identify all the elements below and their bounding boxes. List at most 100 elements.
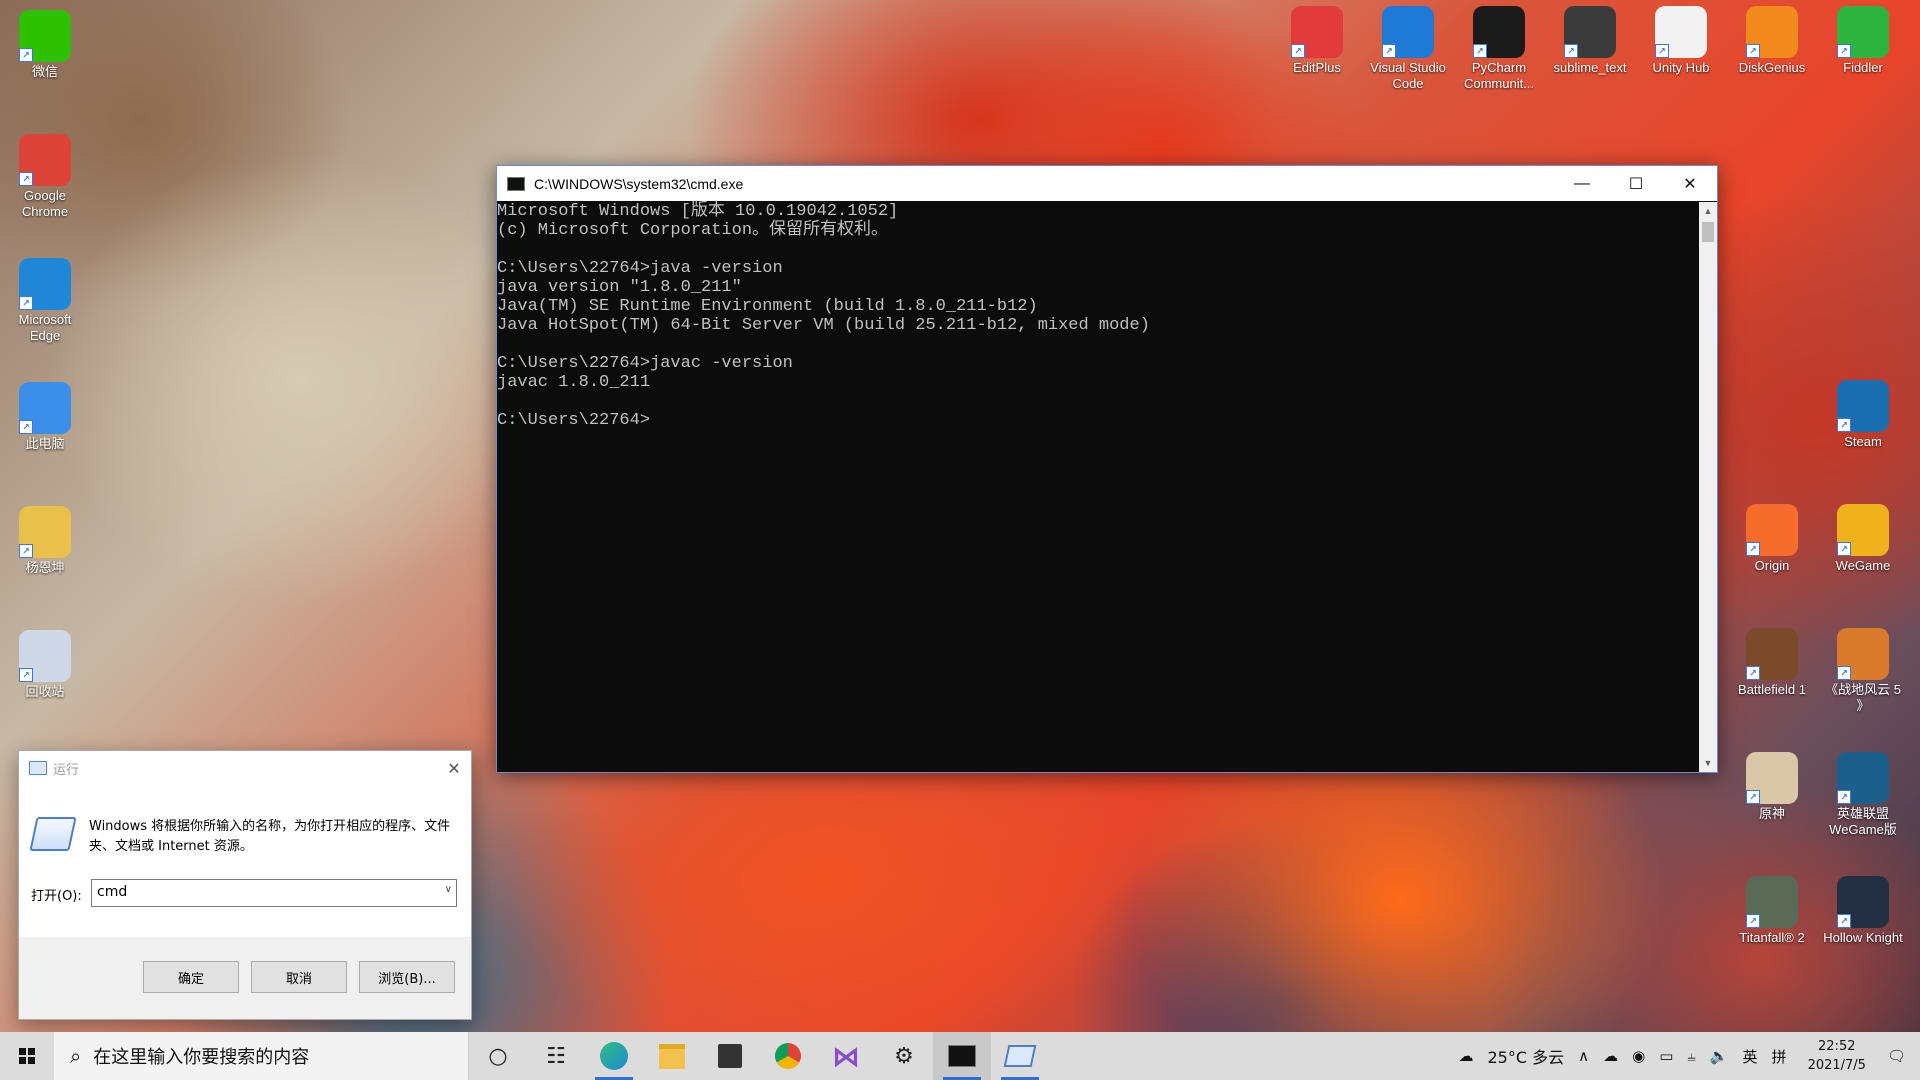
close-icon[interactable]: ✕ <box>437 759 471 778</box>
desktop-shortcut[interactable]: ↗ 杨恩坤 <box>4 506 86 576</box>
taskbar-cmd-icon[interactable] <box>933 1032 991 1080</box>
desktop-shortcut[interactable]: ↗ DiskGenius <box>1731 6 1813 76</box>
minimize-icon[interactable]: — <box>1555 166 1609 201</box>
cmd-scrollbar[interactable]: ▲ ▼ <box>1699 202 1717 772</box>
desktop-shortcut[interactable]: ↗ Microsoft Edge <box>4 258 86 344</box>
shortcut-arrow-icon: ↗ <box>1837 44 1851 58</box>
shortcut-arrow-icon: ↗ <box>19 544 33 558</box>
chevron-down-icon[interactable]: ∨ <box>445 884 452 895</box>
console-line: C:\Users\22764> <box>497 411 651 430</box>
desktop-shortcut-label: PyCharm Communit... <box>1463 60 1535 91</box>
shortcut-arrow-icon: ↗ <box>1746 790 1760 804</box>
run-titlebar[interactable]: 运行 ✕ <box>19 751 471 785</box>
desktop-shortcut[interactable]: ↗ Battlefield 1 <box>1731 628 1813 698</box>
desktop-shortcut[interactable]: ↗ PyCharm Communit... <box>1458 6 1540 92</box>
qq-icon[interactable]: ◉ <box>1625 1047 1652 1065</box>
search-icon: ⌕ <box>70 1044 82 1068</box>
desktop-shortcut-label: Microsoft Edge <box>18 312 72 343</box>
desktop-shortcut-label: Hollow Knight <box>1823 930 1903 945</box>
diskgenius-icon: ↗ <box>1746 6 1798 58</box>
file-explorer-icon[interactable] <box>643 1032 701 1080</box>
desktop-shortcut-label: 此电脑 <box>25 436 65 451</box>
task-view-icon[interactable]: ☷ <box>527 1032 585 1080</box>
cmd-titlebar[interactable]: C:\WINDOWS\system32\cmd.exe — ☐ ✕ <box>497 166 1717 201</box>
desktop-shortcut[interactable]: ↗ Hollow Knight <box>1822 876 1904 946</box>
cmd-icon <box>507 176 525 191</box>
maximize-icon[interactable]: ☐ <box>1609 166 1663 201</box>
scroll-up-icon[interactable]: ▲ <box>1699 202 1717 220</box>
cmd-console-output[interactable]: Microsoft Windows [版本 10.0.19042.1052] (c… <box>497 202 1699 772</box>
network-icon[interactable]: ⫨ <box>1680 1047 1702 1065</box>
desktop-shortcut[interactable]: ↗ 回收站 <box>4 630 86 700</box>
recycle-bin-icon: ↗ <box>19 630 71 682</box>
taskbar-chrome-icon[interactable] <box>759 1032 817 1080</box>
store-icon[interactable] <box>701 1032 759 1080</box>
notification-icon[interactable]: 🗨 <box>1880 1047 1920 1065</box>
desktop-shortcut[interactable]: ↗ Unity Hub <box>1640 6 1722 76</box>
visual-studio-icon[interactable]: ⋈ <box>817 1032 875 1080</box>
weather-icon[interactable]: ☁ <box>1451 1047 1480 1065</box>
desktop-shortcut[interactable]: ↗ EditPlus <box>1276 6 1358 76</box>
desktop-shortcut[interactable]: ↗ Steam <box>1822 380 1904 450</box>
windows-logo-icon <box>19 1048 35 1064</box>
settings-icon[interactable]: ⚙ <box>875 1032 933 1080</box>
desktop-shortcut[interactable]: ↗ 原神 <box>1731 752 1813 822</box>
desktop-shortcut[interactable]: ↗ sublime_text <box>1549 6 1631 76</box>
pycharm-icon: ↗ <box>1473 6 1525 58</box>
scroll-down-icon[interactable]: ▼ <box>1699 754 1717 772</box>
console-line: (c) Microsoft Corporation。保留所有权利。 <box>497 221 889 240</box>
desktop-shortcut-label: Google Chrome <box>21 188 69 219</box>
desktop-shortcut[interactable]: ↗ Origin <box>1731 504 1813 574</box>
browse-button[interactable]: 浏览(B)... <box>359 961 455 993</box>
shortcut-arrow-icon: ↗ <box>1473 44 1487 58</box>
ok-button[interactable]: 确定 <box>143 961 239 993</box>
desktop-shortcut-label: Visual Studio Code <box>1370 60 1446 91</box>
ime-indicator[interactable]: 拼 <box>1765 1046 1794 1067</box>
desktop-shortcut[interactable]: ↗ 微信 <box>4 10 86 80</box>
console-line: C:\Users\22764>javac -version <box>497 354 793 373</box>
desktop-shortcut[interactable]: ↗ 英雄联盟 WeGame版 <box>1822 752 1904 838</box>
taskbar-run-icon[interactable] <box>991 1032 1049 1080</box>
shortcut-arrow-icon: ↗ <box>1837 666 1851 680</box>
chevron-up-icon[interactable]: ∧ <box>1571 1047 1596 1065</box>
run-dialog[interactable]: 运行 ✕ Windows 将根据你所输入的名称，为你打开相应的程序、文件夹、文档… <box>18 750 472 1020</box>
run-command-input[interactable]: cmd ∨ <box>91 879 457 907</box>
battery-icon[interactable]: ▭ <box>1652 1047 1680 1065</box>
run-input-value: cmd <box>97 884 128 900</box>
desktop-shortcut-label: Fiddler <box>1843 60 1883 75</box>
desktop-shortcut[interactable]: ↗ Google Chrome <box>4 134 86 220</box>
search-placeholder: 在这里输入你要搜索的内容 <box>93 1047 310 1068</box>
run-open-label: 打开(O): <box>31 889 82 904</box>
taskbar-search[interactable]: ⌕ 在这里输入你要搜索的内容 <box>54 1032 469 1080</box>
desktop-shortcut-label: Battlefield 1 <box>1738 682 1806 697</box>
cortana-icon[interactable]: ○ <box>469 1032 527 1080</box>
start-button[interactable] <box>0 1032 54 1080</box>
cancel-button[interactable]: 取消 <box>251 961 347 993</box>
steam-icon: ↗ <box>1837 380 1889 432</box>
desktop-shortcut[interactable]: ↗ Fiddler <box>1822 6 1904 76</box>
clock-date: 2021/7/5 <box>1807 1058 1866 1073</box>
run-title-icon <box>29 761 47 775</box>
cmd-window[interactable]: C:\WINDOWS\system32\cmd.exe — ☐ ✕ Micros… <box>496 165 1718 773</box>
desktop-shortcut[interactable]: ↗ 《战地风云 5 》 <box>1822 628 1904 714</box>
sublime-icon: ↗ <box>1564 6 1616 58</box>
clock[interactable]: 22:52 2021/7/5 <box>1794 1037 1880 1075</box>
desktop-shortcut[interactable]: ↗ Visual Studio Code <box>1367 6 1449 92</box>
desktop-shortcut-label: 英雄联盟 WeGame版 <box>1829 806 1897 837</box>
console-line: Java(TM) SE Runtime Environment (build 1… <box>497 297 1038 316</box>
weather-text[interactable]: 25°C 多云 <box>1480 1044 1571 1068</box>
chrome-icon: ↗ <box>19 134 71 186</box>
desktop-shortcut-label: WeGame <box>1835 558 1891 573</box>
scroll-thumb[interactable] <box>1702 222 1714 242</box>
desktop-shortcut[interactable]: ↗ WeGame <box>1822 504 1904 574</box>
close-icon[interactable]: ✕ <box>1663 166 1717 201</box>
language-indicator[interactable]: 英 <box>1736 1046 1765 1067</box>
onedrive-icon[interactable]: ☁ <box>1596 1047 1625 1065</box>
volume-icon[interactable]: 🔈 <box>1703 1047 1736 1065</box>
desktop-shortcut-label: Steam <box>1844 434 1882 449</box>
desktop-shortcut[interactable]: ↗ Titanfall® 2 <box>1731 876 1813 946</box>
desktop-shortcut[interactable]: ↗ 此电脑 <box>4 382 86 452</box>
system-tray: ☁ 25°C 多云 ∧ ☁ ◉ ▭ ⫨ 🔈 英 拼 22:52 2021/7/5… <box>1451 1032 1920 1080</box>
taskbar-edge-icon[interactable] <box>585 1032 643 1080</box>
